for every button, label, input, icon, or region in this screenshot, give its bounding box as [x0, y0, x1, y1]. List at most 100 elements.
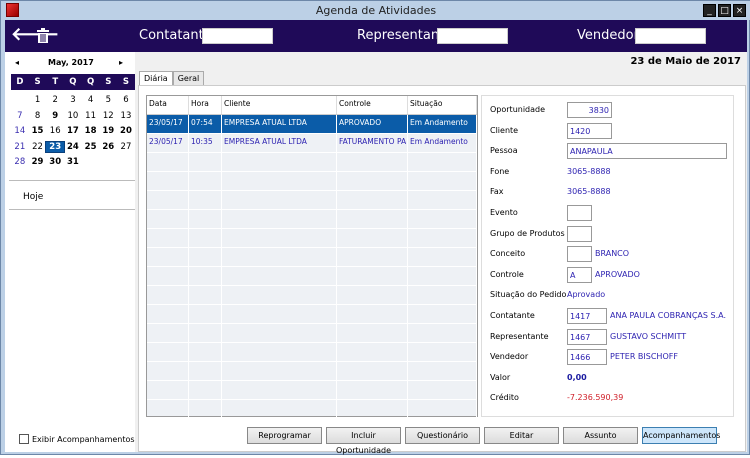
column-header[interactable]: Situação	[408, 96, 477, 114]
next-month-button[interactable]: ▸	[119, 58, 123, 67]
table-row[interactable]: 23/05/17 07:54 EMPRESA ATUAL LTDA APROVADO E…	[147, 115, 477, 134]
calendar-day[interactable]: 11	[82, 111, 100, 121]
table-cell	[147, 172, 189, 190]
editar-button[interactable]: Editar	[484, 427, 559, 444]
calendar-day[interactable]: 22	[29, 142, 47, 152]
table-row[interactable]	[147, 400, 477, 419]
oportunidade-field[interactable]: 3830	[567, 102, 612, 118]
column-header[interactable]: Data	[147, 96, 189, 114]
reprogramar-button[interactable]: Reprogramar	[247, 427, 322, 444]
table-cell	[408, 172, 477, 190]
valor-value: 0,00	[567, 372, 587, 382]
column-header[interactable]: Hora	[189, 96, 222, 114]
calendar-day[interactable]: 17	[64, 126, 82, 136]
fone-value: 3065-8888	[567, 166, 611, 176]
table-cell	[189, 229, 222, 247]
calendar-day[interactable]: 4	[82, 95, 100, 105]
back-arrow-icon[interactable]: 🡐	[11, 24, 59, 45]
evento-field[interactable]	[567, 205, 592, 221]
close-button[interactable]: ×	[733, 4, 746, 17]
assunto-button[interactable]: Assunto	[563, 427, 638, 444]
table-row[interactable]	[147, 229, 477, 248]
calendar-day[interactable]: 12	[99, 111, 117, 121]
representante-input[interactable]	[437, 28, 508, 44]
calendar-day[interactable]: 29	[29, 157, 47, 167]
table-row[interactable]	[147, 210, 477, 229]
calendar-day[interactable]: 24	[64, 142, 82, 152]
table-cell	[222, 400, 337, 418]
table-row[interactable]	[147, 248, 477, 267]
calendar-day[interactable]: 8	[29, 111, 47, 121]
fax-label: Fax	[490, 187, 504, 197]
tab-diaria[interactable]: Diária	[139, 71, 173, 85]
table-cell	[147, 362, 189, 380]
vendedor-field[interactable]: 1466	[567, 349, 607, 366]
minimize-button[interactable]: _	[703, 4, 716, 17]
cliente-field[interactable]: 1420	[567, 122, 612, 139]
calendar-day[interactable]: 10	[64, 111, 82, 121]
calendar-day[interactable]: 19	[99, 126, 117, 136]
table-row[interactable]	[147, 362, 477, 381]
calendar-day[interactable]: 28	[11, 157, 29, 167]
calendar-day[interactable]: 31	[64, 157, 82, 167]
table-cell	[189, 381, 222, 399]
table-cell	[222, 229, 337, 247]
vendedor-input[interactable]	[635, 28, 706, 44]
calendar-day[interactable]: 16	[46, 126, 64, 136]
table-cell: FATURAMENTO PA	[337, 134, 408, 152]
conceito-field[interactable]	[567, 246, 592, 263]
maximize-button[interactable]: □	[718, 4, 731, 17]
weekday-header: S	[34, 76, 41, 87]
table-row[interactable]: 23/05/17 10:35 EMPRESA ATUAL LTDA FATURAMEN…	[147, 134, 477, 153]
calendar-day[interactable]: 1	[29, 95, 47, 105]
contatante-input[interactable]	[202, 28, 273, 44]
controle-field[interactable]: A	[567, 266, 592, 283]
table-row[interactable]	[147, 286, 477, 305]
column-header[interactable]: Controle	[337, 96, 408, 114]
table-row[interactable]	[147, 305, 477, 324]
calendar-day[interactable]: 2	[46, 95, 64, 105]
calendar-day[interactable]: 9	[46, 111, 64, 121]
table-row[interactable]	[147, 191, 477, 210]
table-row[interactable]	[147, 267, 477, 286]
calendar-day[interactable]: 27	[117, 142, 135, 152]
table-row[interactable]	[147, 324, 477, 343]
calendar-day[interactable]: 6	[117, 95, 135, 105]
calendar-day[interactable]: 13	[117, 111, 135, 121]
acompanhamentos-button[interactable]: Acompanhamentos	[642, 427, 720, 444]
grupo-field[interactable]	[567, 225, 592, 242]
table-row[interactable]	[147, 343, 477, 362]
table-row[interactable]	[147, 153, 477, 172]
calendar-day[interactable]: 15	[29, 126, 47, 136]
calendar-day[interactable]: 26	[99, 142, 117, 152]
calendar-day[interactable]: 20	[117, 126, 135, 136]
table-row[interactable]	[147, 381, 477, 400]
contatante-field[interactable]: 1417	[567, 308, 607, 324]
today-button[interactable]: Hoje	[23, 192, 43, 202]
table-cell	[408, 210, 477, 228]
show-followups-checkbox[interactable]: Exibir Acompanhamentos	[19, 434, 135, 444]
calendar-day[interactable]: 14	[11, 126, 29, 136]
question-rio-button[interactable]: Questionário	[405, 427, 480, 444]
calendar-day[interactable]: 5	[99, 95, 117, 105]
calendar-day[interactable]: 30	[46, 157, 64, 167]
calendar-day[interactable]: 7	[11, 111, 29, 121]
table-row[interactable]	[147, 172, 477, 191]
calendar-day[interactable]: 23	[45, 140, 66, 153]
calendar-day[interactable]: 3	[64, 95, 82, 105]
incluir-oportunidade-button[interactable]: Incluir Oportunidade	[326, 427, 401, 455]
table-cell	[222, 286, 337, 304]
calendar-day[interactable]: 25	[82, 142, 100, 152]
column-header[interactable]: Cliente	[222, 96, 337, 114]
calendar-day[interactable]: 21	[11, 142, 29, 152]
table-cell	[408, 343, 477, 361]
prev-month-button[interactable]: ◂	[15, 58, 19, 67]
representante-field[interactable]: 1467	[567, 328, 607, 345]
table-cell: Em Andamento	[408, 134, 477, 152]
table-cell	[337, 191, 408, 209]
activities-grid[interactable]: Data Hora Cliente Controle Situação 23/05/17 0…	[146, 95, 478, 419]
tab-geral[interactable]: Geral	[172, 71, 205, 85]
trash-icon[interactable]	[37, 28, 49, 43]
pessoa-field[interactable]: ANAPAULA	[567, 143, 727, 160]
calendar-day[interactable]: 18	[82, 126, 100, 136]
